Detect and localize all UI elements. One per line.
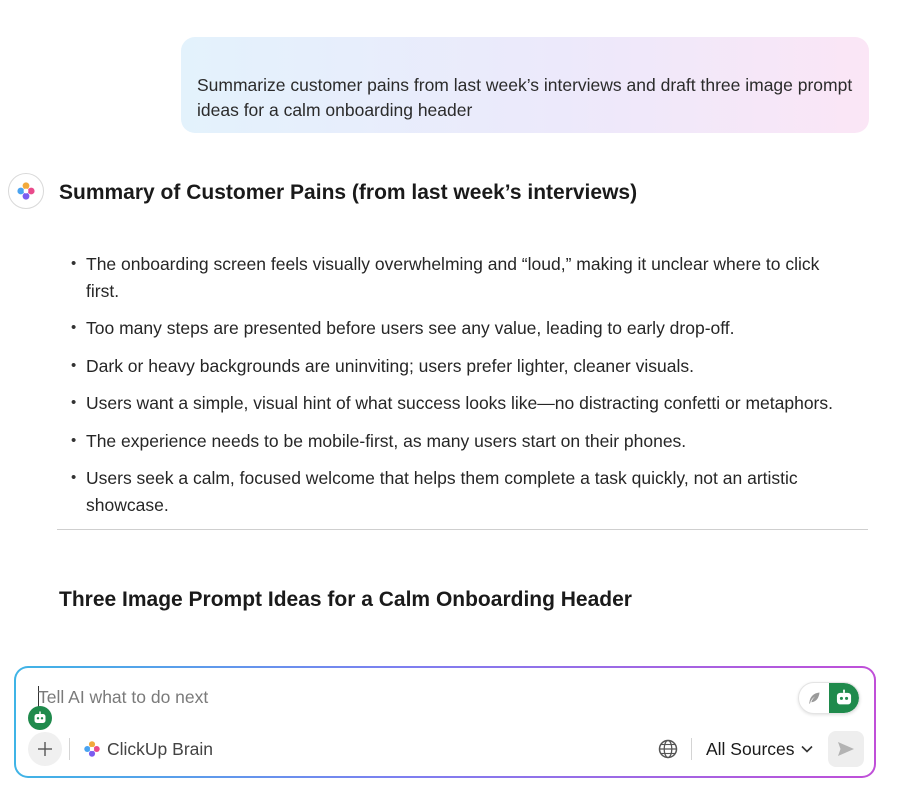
prompt-input[interactable] (38, 684, 638, 710)
composer: ClickUp Brain All Sources (14, 666, 876, 778)
list-item: The experience needs to be mobile-first,… (70, 428, 850, 455)
prompts-heading: Three Image Prompt Ideas for a Calm Onbo… (59, 588, 632, 611)
list-item: The onboarding screen feels visually ove… (70, 251, 850, 304)
section-divider (57, 529, 868, 530)
add-button[interactable] (28, 732, 62, 766)
brain-label: ClickUp Brain (107, 738, 213, 759)
send-button[interactable] (828, 731, 864, 767)
list-item: Dark or heavy backgrounds are uninviting… (70, 353, 850, 380)
send-icon (838, 742, 854, 756)
sources-dropdown[interactable]: All Sources (706, 736, 813, 762)
robot-mode-icon[interactable] (829, 683, 859, 713)
list-item: Users seek a calm, focused welcome that … (70, 465, 850, 518)
sources-label: All Sources (706, 738, 795, 759)
chevron-down-icon (800, 745, 813, 753)
clickup-brain-icon (84, 741, 100, 757)
clickup-brain-icon (17, 182, 35, 200)
plus-icon (38, 742, 52, 756)
globe-icon[interactable] (657, 738, 679, 760)
robot-icon (28, 706, 52, 730)
composer-body: ClickUp Brain All Sources (16, 668, 874, 776)
mode-toggle[interactable] (798, 682, 860, 714)
summary-heading: Summary of Customer Pains (from last wee… (59, 181, 638, 204)
list-item: Users want a simple, visual hint of what… (70, 390, 850, 417)
ai-avatar (8, 173, 44, 209)
user-message-bubble: Summarize customer pains from last week’… (181, 37, 869, 133)
divider (691, 738, 692, 760)
divider (69, 738, 70, 760)
user-message-text: Summarize customer pains from last week’… (197, 75, 853, 120)
list-item: Too many steps are presented before user… (70, 315, 850, 342)
clickup-brain-button[interactable]: ClickUp Brain (83, 736, 213, 762)
pains-list: The onboarding screen feels visually ove… (70, 251, 850, 529)
feather-icon[interactable] (799, 683, 829, 713)
